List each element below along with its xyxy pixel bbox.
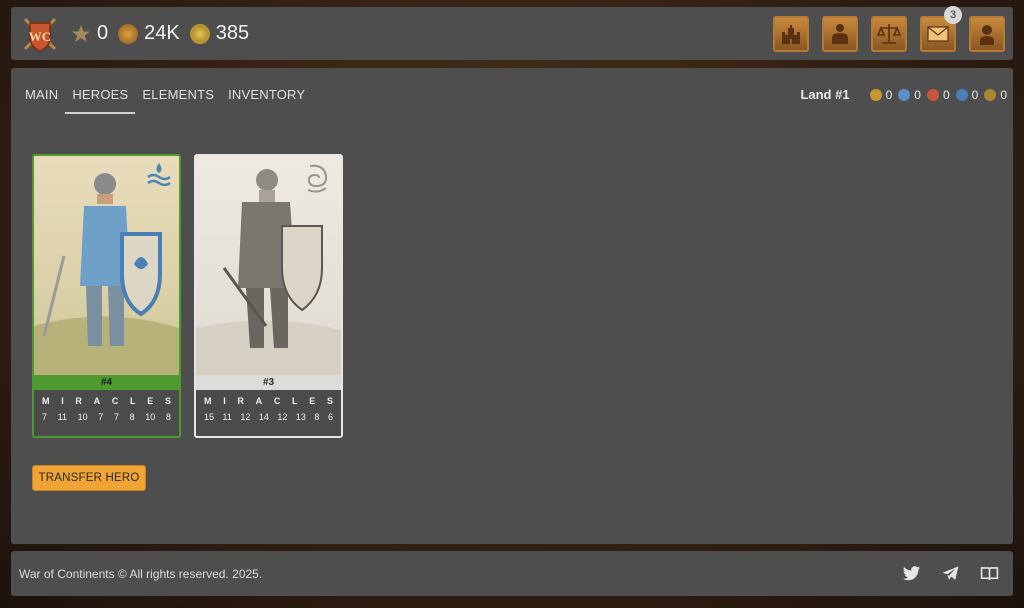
stat-value: 6 bbox=[327, 412, 333, 422]
water-resource: 0 bbox=[898, 88, 921, 102]
stat-value: 13 bbox=[295, 412, 306, 422]
stat-value: 7 bbox=[98, 412, 104, 422]
stat-letter: C bbox=[111, 396, 119, 406]
hero-card[interactable]: #4 MIRACLES 7 11 10 7 7 8 10 8 bbox=[32, 154, 181, 438]
transfer-hero-button[interactable]: TRANSFER HERO bbox=[32, 465, 146, 491]
air-resource: 0 bbox=[955, 88, 978, 102]
stat-letter: R bbox=[237, 396, 244, 406]
stat-letter: I bbox=[61, 396, 64, 406]
stat-value: 14 bbox=[258, 412, 269, 422]
stat-letter: L bbox=[292, 396, 298, 406]
stat-value: 12 bbox=[277, 412, 288, 422]
earth-resource: 0 bbox=[984, 88, 1007, 102]
social-links bbox=[902, 564, 1005, 583]
stat-value: 8 bbox=[165, 412, 171, 422]
vip-value: 0 bbox=[97, 22, 109, 44]
castle-icon bbox=[782, 24, 800, 44]
tab-main[interactable]: MAIN bbox=[25, 87, 58, 114]
water-resource-icon bbox=[898, 88, 911, 101]
hero-portrait bbox=[196, 156, 341, 375]
stat-value: 10 bbox=[145, 412, 156, 422]
scales-icon bbox=[877, 23, 901, 44]
hero-portrait bbox=[34, 156, 179, 375]
gold-medal-icon bbox=[118, 23, 139, 44]
hero-button[interactable] bbox=[822, 15, 858, 52]
stat-letter: A bbox=[255, 396, 263, 406]
stat-letter: R bbox=[75, 396, 82, 406]
hero-card[interactable]: #3 M I R AC L ES 15 11 12 14 12 13 8 6 bbox=[194, 154, 343, 438]
gold-resource-icon bbox=[869, 88, 882, 101]
land-label[interactable]: Land #1 bbox=[800, 87, 849, 102]
stat-value: 15 bbox=[204, 412, 215, 422]
stat-letter: S bbox=[326, 396, 333, 406]
stat-letter: M bbox=[204, 396, 212, 406]
tab-bar: MAIN HEROES ELEMENTS INVENTORY bbox=[25, 87, 305, 114]
stat-value: 11 bbox=[57, 412, 67, 422]
vip-stat: 0 bbox=[71, 22, 108, 45]
top-nav: 3 bbox=[773, 5, 1005, 52]
stat-letter: I bbox=[223, 396, 226, 406]
medal-stat: 24K bbox=[118, 22, 180, 45]
stat-value: 11 bbox=[222, 412, 232, 422]
knight-illustration bbox=[34, 173, 179, 375]
land-resources: Land #1 0 0 0 0 0 bbox=[800, 87, 1007, 102]
vip-star-icon bbox=[72, 24, 90, 42]
fire-resource: 0 bbox=[926, 88, 950, 102]
stat-value: 8 bbox=[129, 412, 135, 422]
gold-resource: 0 bbox=[869, 88, 892, 102]
twitter-icon[interactable] bbox=[902, 564, 921, 583]
air-element-icon bbox=[307, 164, 328, 193]
hero-id: #4 bbox=[34, 375, 179, 390]
stat-value: 7 bbox=[42, 412, 48, 422]
stat-value: 10 bbox=[77, 412, 88, 422]
stat-value: 12 bbox=[240, 412, 251, 422]
top-bar: WC 0 24K 385 3 bbox=[11, 5, 1013, 60]
coin-icon bbox=[189, 23, 210, 44]
stat-value: 7 bbox=[113, 412, 119, 422]
stat-letter: C bbox=[273, 396, 281, 406]
profile-icon bbox=[980, 24, 994, 45]
telegram-icon[interactable] bbox=[941, 564, 960, 583]
stat-value: 8 bbox=[314, 412, 320, 422]
stat-letter: E bbox=[309, 396, 316, 406]
profile-button[interactable] bbox=[969, 15, 1005, 52]
game-logo-icon[interactable]: WC bbox=[19, 13, 61, 55]
svg-text:WC: WC bbox=[29, 29, 51, 44]
fire-resource-icon bbox=[926, 88, 939, 101]
hero-id: #3 bbox=[196, 375, 341, 390]
stat-letter: E bbox=[147, 396, 154, 406]
stat-letter: L bbox=[130, 396, 136, 406]
water-element-icon bbox=[147, 163, 171, 186]
book-icon[interactable] bbox=[980, 564, 999, 583]
mail-badge: 3 bbox=[944, 5, 962, 24]
footer: War of Continents © All rights reserved.… bbox=[11, 551, 1013, 596]
main-panel: MAIN HEROES ELEMENTS INVENTORY Land #1 0… bbox=[11, 68, 1013, 544]
hero-stats: M I R AC L ES 15 11 12 14 12 13 8 6 bbox=[196, 390, 341, 436]
tab-elements[interactable]: ELEMENTS bbox=[142, 87, 214, 114]
tab-inventory[interactable]: INVENTORY bbox=[228, 87, 305, 114]
air-resource-icon bbox=[955, 88, 968, 101]
trade-button[interactable] bbox=[871, 15, 907, 52]
hero-stats: MIRACLES 7 11 10 7 7 8 10 8 bbox=[34, 390, 179, 436]
stat-letter: S bbox=[164, 396, 171, 406]
copyright-text: War of Continents © All rights reserved.… bbox=[19, 566, 263, 581]
coin-stat: 385 bbox=[189, 22, 250, 45]
mail-button[interactable]: 3 bbox=[920, 5, 962, 52]
coin-value: 385 bbox=[215, 22, 250, 44]
hero-icon bbox=[832, 23, 848, 44]
mail-icon bbox=[927, 25, 949, 42]
stat-letter: M bbox=[42, 396, 50, 406]
stat-letter: A bbox=[93, 396, 101, 406]
earth-resource-icon bbox=[984, 88, 997, 101]
castle-button[interactable] bbox=[773, 15, 809, 52]
hero-cards: #4 MIRACLES 7 11 10 7 7 8 10 8 #3 M I R … bbox=[32, 154, 343, 438]
tab-heroes[interactable]: HEROES bbox=[65, 87, 136, 114]
medal-value: 24K bbox=[144, 22, 180, 44]
